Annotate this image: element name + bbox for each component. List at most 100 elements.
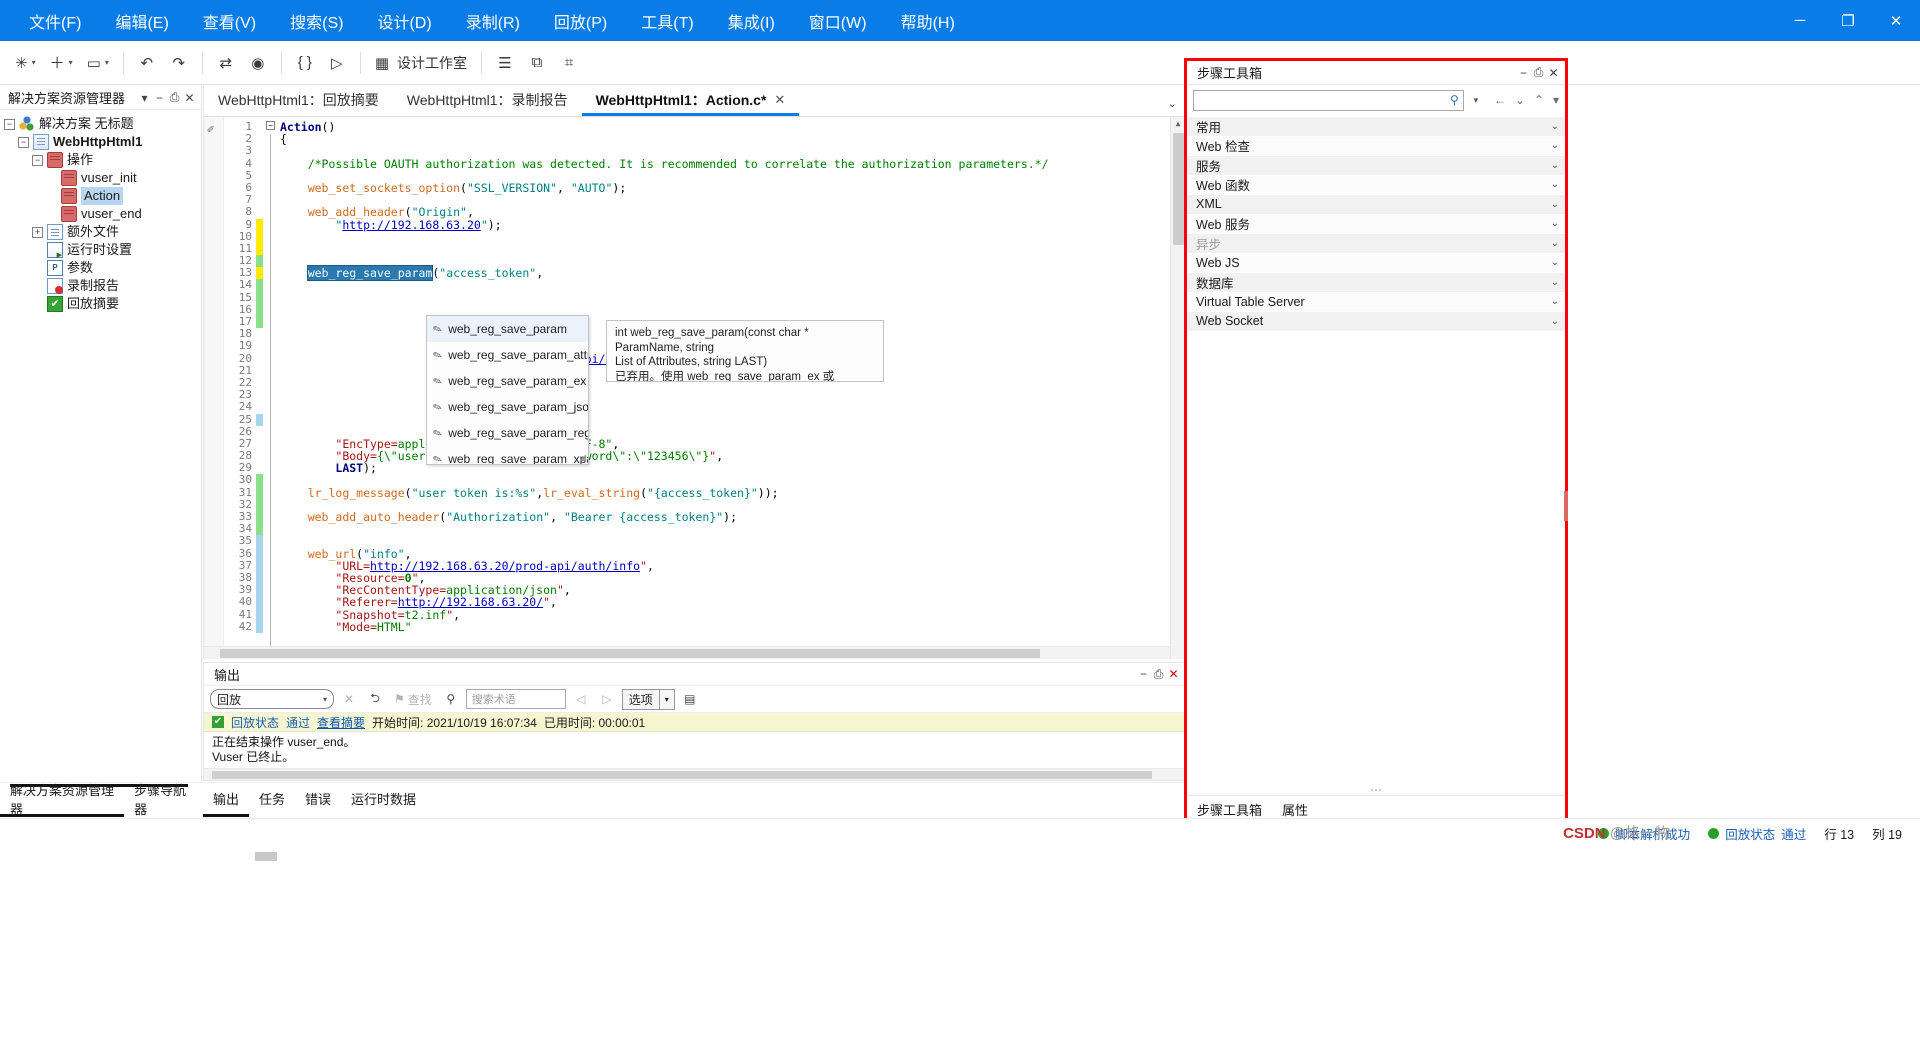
close-icon[interactable]: ✕ [1166, 667, 1181, 681]
code-line[interactable] [280, 523, 1169, 535]
step-category[interactable]: Web 函数⌄ [1187, 176, 1565, 196]
record-button[interactable]: ◉ [243, 47, 273, 79]
menu-item[interactable]: 搜索(S) [273, 3, 360, 39]
code-line[interactable]: web_reg_save_param("access_token", [280, 267, 1169, 279]
code-line[interactable]: /*Possible OAUTH authorization was detec… [280, 158, 1169, 170]
search-prev-button[interactable]: ◁ [570, 688, 592, 710]
tree-item[interactable]: −操作 [0, 151, 201, 169]
tab-overflow-icon[interactable]: ⌄ [1168, 97, 1177, 110]
clear-output-button[interactable]: ✕ [338, 688, 360, 710]
collapse-icon[interactable]: − [32, 155, 43, 166]
output-search-input[interactable]: 搜索术语 [466, 689, 566, 709]
step-category[interactable]: Virtual Table Server⌄ [1187, 293, 1565, 313]
menu-item[interactable]: 工具(T) [624, 3, 710, 39]
fold-toggle-icon[interactable]: − [266, 121, 275, 130]
collapse-all-icon[interactable]: ⌄ [1515, 93, 1525, 107]
chevron-down-icon[interactable]: ▾ [1468, 95, 1484, 106]
code-line[interactable]: { [280, 133, 1169, 145]
output-options-button[interactable]: 选项 ▾ [622, 689, 675, 710]
code-line[interactable]: LAST); [280, 462, 1169, 474]
tree-item[interactable]: P参数 [0, 259, 201, 277]
panel-splitter[interactable] [1187, 789, 1565, 795]
code-line[interactable]: 3.20/", [280, 401, 1169, 413]
resize-grip-icon[interactable]: ◢ [579, 452, 586, 463]
save-output-button[interactable]: ▤ [679, 688, 701, 710]
code-line[interactable]: "Snapshot=t2.inf", [280, 609, 1169, 621]
editor-vertical-scrollbar[interactable]: ▲ [1170, 117, 1185, 659]
autocomplete-item[interactable]: ✎web_reg_save_param_attrib [427, 342, 588, 368]
pin-icon[interactable]: ⎙ [1531, 65, 1546, 80]
code-line[interactable]: web_set_sockets_option("SSL_VERSION", "A… [280, 182, 1169, 194]
search-button[interactable]: ⚲ [440, 688, 462, 710]
tree-item[interactable]: vuser_end [0, 205, 201, 223]
search-icon[interactable]: ⚲ [1450, 93, 1459, 107]
step-toolbox-search-input[interactable]: ⚲ [1193, 90, 1464, 111]
tree-item[interactable]: Action [0, 187, 201, 205]
menu-item[interactable]: 查看(V) [186, 3, 273, 39]
tree-item[interactable]: vuser_init [0, 169, 201, 187]
tree-item[interactable]: 录制报告 [0, 277, 201, 295]
step-category[interactable]: Web JS⌄ [1187, 254, 1565, 274]
step-category[interactable]: 异步⌄ [1187, 234, 1565, 254]
tree-item[interactable]: ✔回放摘要 [0, 295, 201, 313]
step-category[interactable]: 常用⌄ [1187, 117, 1565, 137]
collapse-icon[interactable]: − [4, 119, 15, 130]
code-line[interactable] [280, 535, 1169, 547]
code-line[interactable] [280, 243, 1169, 255]
fold-gutter[interactable]: − [264, 117, 278, 659]
back-arrow-icon[interactable]: ← [1494, 93, 1506, 107]
minimize-icon[interactable]: − [152, 91, 167, 105]
menu-item[interactable]: 帮助(H) [884, 3, 972, 39]
code-line[interactable]: "http://192.168.63.20"); [280, 219, 1169, 231]
tree-item[interactable]: 运行时设置 [0, 241, 201, 259]
redo-button[interactable]: ↷ [164, 47, 194, 79]
dock-tab[interactable]: 任务 [249, 783, 295, 817]
menu-item[interactable]: 集成(I) [711, 3, 792, 39]
close-button[interactable]: ✕ [1872, 0, 1920, 41]
menu-item[interactable]: 编辑(E) [98, 3, 185, 39]
scroll-up-icon[interactable]: ▲ [1171, 117, 1185, 131]
chevron-down-icon[interactable]: ⌄ [1551, 296, 1559, 307]
add-step-button[interactable]: ＋ ▾ [44, 47, 79, 79]
autocomplete-item[interactable]: ✎web_reg_save_param_ex [427, 368, 588, 394]
output-horizontal-scrollbar[interactable] [204, 768, 1185, 780]
find-button[interactable]: ⚑ 查找 [390, 688, 436, 710]
minimize-icon[interactable]: − [1516, 66, 1531, 80]
save-button[interactable]: ▭ ▾ [81, 47, 115, 79]
replay-button[interactable]: ▷ [322, 47, 352, 79]
pin-icon[interactable]: ⎙ [167, 90, 182, 105]
tree-item[interactable]: −解决方案 无标题 [0, 115, 201, 133]
chevron-down-icon[interactable]: ⌄ [1551, 257, 1559, 268]
output-source-select[interactable]: 回放 ▾ [210, 689, 334, 709]
minimize-button[interactable]: ─ [1776, 0, 1824, 41]
search-next-button[interactable]: ▷ [596, 688, 618, 710]
chevron-down-icon[interactable]: ⌄ [1551, 277, 1559, 288]
scrollbar-thumb[interactable] [212, 771, 1152, 779]
split-view-button[interactable]: ⧉ [522, 47, 552, 79]
step-category[interactable]: Web Socket⌄ [1187, 312, 1565, 332]
code-line[interactable]: "Body={\"username\":\"admin\",\"password… [280, 450, 1169, 462]
chevron-down-icon[interactable]: ⌄ [1551, 238, 1559, 249]
editor-horizontal-scrollbar[interactable] [204, 646, 1170, 659]
autocomplete-item[interactable]: ✎web_reg_save_param [427, 316, 588, 342]
output-log[interactable]: 正在结束操作 vuser_end。Vuser 已终止。 [204, 732, 1185, 768]
chevron-down-icon[interactable]: ▾ [137, 91, 152, 105]
wrap-text-button[interactable]: ⮌ [364, 688, 386, 710]
pin-icon[interactable]: ⎙ [1151, 667, 1166, 682]
code-line[interactable] [280, 304, 1169, 316]
editor-tab[interactable]: WebHttpHtml1：回放摘要 [204, 86, 393, 116]
menu-item[interactable]: 设计(D) [360, 3, 448, 39]
chevron-down-icon[interactable]: ⌄ [1551, 199, 1559, 210]
view-summary-link[interactable]: 查看摘要 [317, 714, 365, 731]
menu-item[interactable]: 文件(F) [12, 3, 98, 39]
menu-item[interactable]: 录制(R) [449, 3, 537, 39]
menu-item[interactable]: 回放(P) [537, 3, 624, 39]
tree-item[interactable]: +额外文件 [0, 223, 201, 241]
code-line[interactable]: lr_log_message("user token is:%s",lr_eva… [280, 487, 1169, 499]
more-options-icon[interactable]: ▾ [1553, 93, 1559, 107]
dock-tab[interactable]: 错误 [295, 783, 341, 817]
chevron-down-icon[interactable]: ⌄ [1551, 316, 1559, 327]
code-line[interactable]: Action() [280, 121, 1169, 133]
autocomplete-item[interactable]: ✎web_reg_save_param_regexp [427, 420, 588, 446]
autocomplete-item[interactable]: ✎web_reg_save_param_xpath [427, 446, 588, 465]
